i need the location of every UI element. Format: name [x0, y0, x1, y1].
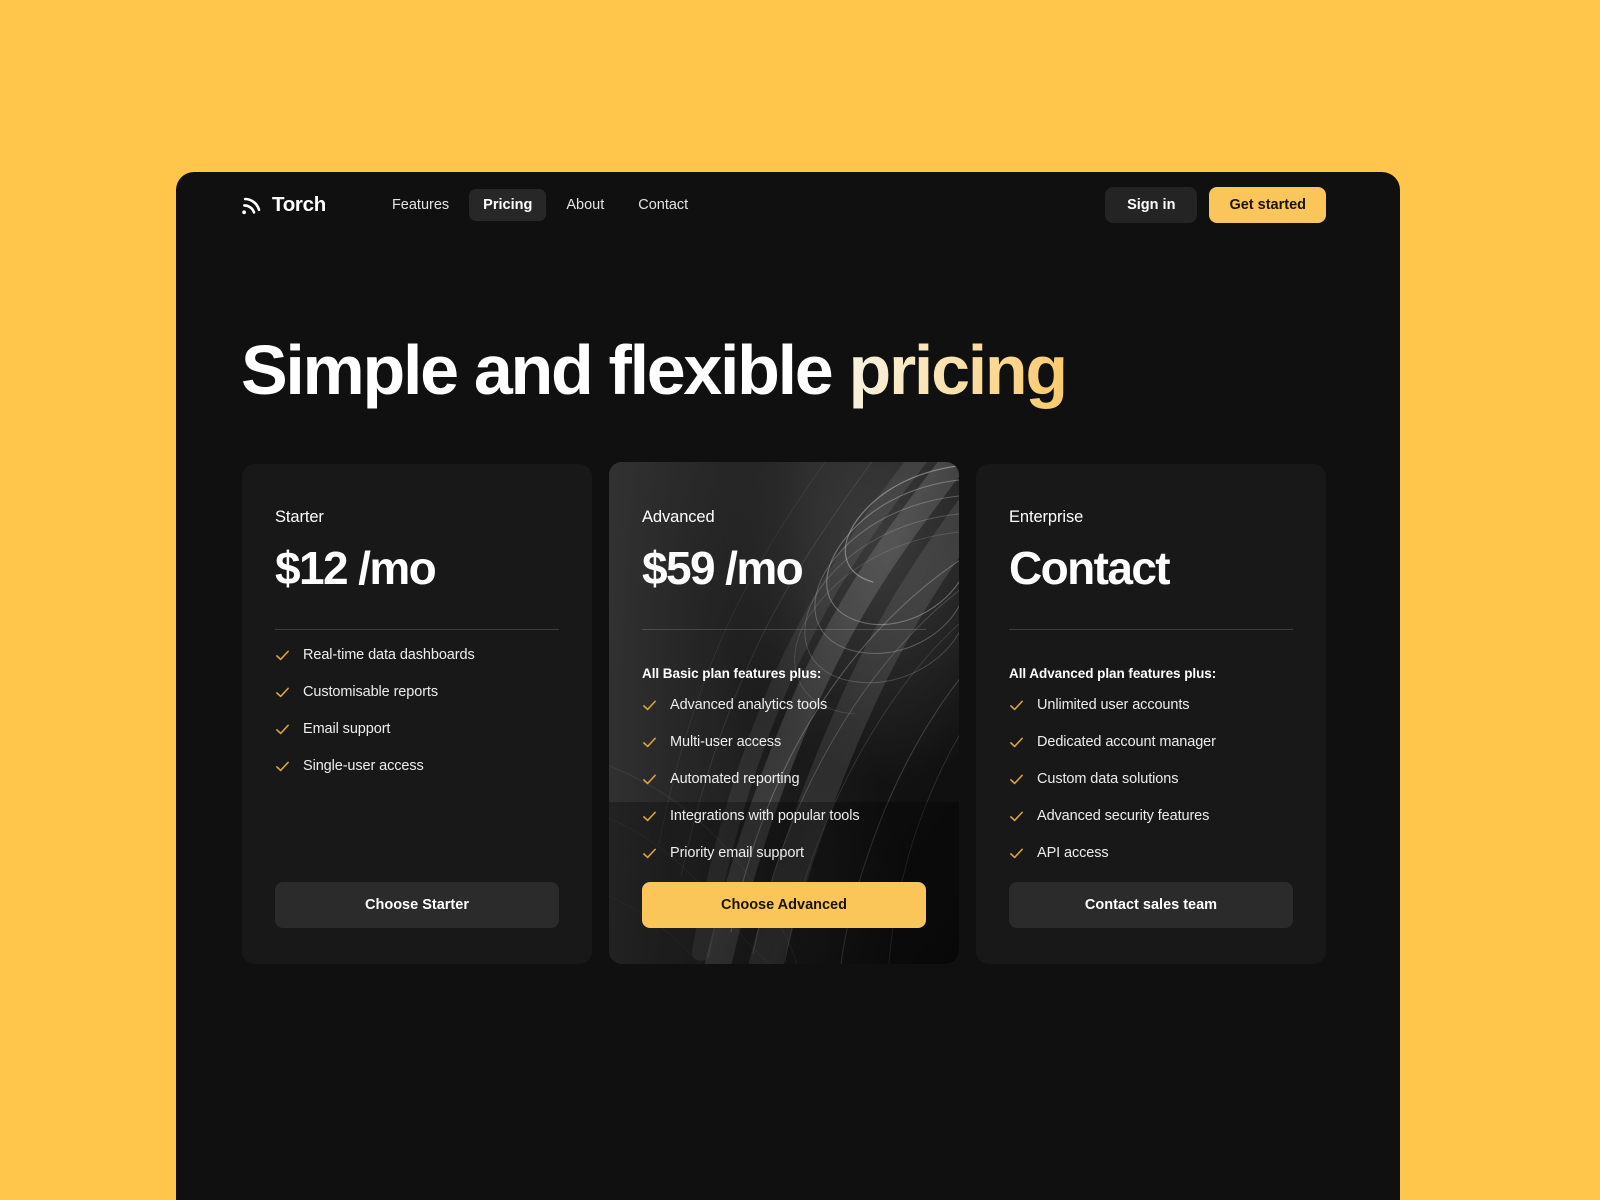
feature-label: Customisable reports [303, 684, 438, 700]
check-icon [643, 848, 656, 858]
check-icon [1010, 700, 1023, 710]
pricing-card-starter: Starter $12 /mo Real-time data dashboard… [242, 464, 592, 964]
plan-price-amount: $59 [642, 542, 716, 594]
check-icon [643, 737, 656, 747]
check-icon [276, 687, 289, 697]
feature-label: Advanced security features [1037, 808, 1210, 824]
feature-item: Unlimited user accounts [1009, 697, 1293, 713]
feature-item: Email support [275, 721, 559, 737]
choose-starter-button[interactable]: Choose Starter [275, 882, 559, 928]
nav-links: Features Pricing About Contact [378, 189, 702, 221]
feature-label: Custom data solutions [1037, 771, 1179, 787]
feature-item: Automated reporting [642, 771, 926, 787]
feature-item: Multi-user access [642, 734, 926, 750]
brand-name: Torch [272, 193, 326, 216]
feature-label: Dedicated account manager [1037, 734, 1216, 750]
nav-link-pricing[interactable]: Pricing [469, 189, 547, 221]
plan-price: $59 /mo [642, 545, 926, 591]
nav-link-contact[interactable]: Contact [624, 189, 702, 221]
nav-link-about[interactable]: About [552, 189, 618, 221]
pricing-card-advanced: Advanced $59 /mo All Basic plan features… [609, 462, 959, 964]
plan-price: $12 /mo [275, 545, 559, 591]
pricing-card-enterprise: Enterprise Contact All Advanced plan fea… [976, 464, 1326, 964]
pricing-plans: Starter $12 /mo Real-time data dashboard… [242, 462, 1326, 964]
feature-item: Customisable reports [275, 684, 559, 700]
nav-link-features[interactable]: Features [378, 189, 463, 221]
plan-price-amount: Contact [1009, 542, 1171, 594]
check-icon [276, 724, 289, 734]
feature-list: Advanced analytics tools Multi-user acce… [642, 697, 926, 861]
feature-item: Integrations with popular tools [642, 808, 926, 824]
get-started-button[interactable]: Get started [1209, 187, 1326, 223]
check-icon [643, 700, 656, 710]
page-title: Simple and flexible pricing [241, 335, 1068, 405]
check-icon [1010, 774, 1023, 784]
feature-item: API access [1009, 845, 1293, 861]
plan-price-amount: $12 [275, 542, 349, 594]
features-note: All Advanced plan features plus: [1009, 666, 1217, 681]
check-icon [276, 650, 289, 660]
nav-actions: Sign in Get started [1105, 187, 1326, 223]
feature-item: Custom data solutions [1009, 771, 1293, 787]
feature-label: Email support [303, 721, 391, 737]
check-icon [1010, 737, 1023, 747]
page-title-accent: pricing [848, 331, 1069, 409]
divider [642, 629, 926, 630]
plan-price-period: /mo [358, 542, 437, 594]
check-icon [643, 811, 656, 821]
plan-price: Contact [1009, 545, 1293, 591]
feature-item: Advanced analytics tools [642, 697, 926, 713]
top-navigation-bar: Torch Features Pricing About Contact Sig… [176, 172, 1400, 238]
check-icon [1010, 811, 1023, 821]
brand-logo[interactable]: Torch [241, 193, 326, 217]
divider [275, 629, 559, 630]
plan-name: Enterprise [1009, 508, 1084, 526]
features-note: All Basic plan features plus: [642, 666, 822, 681]
feature-label: Automated reporting [670, 771, 800, 787]
sign-in-button[interactable]: Sign in [1105, 187, 1198, 223]
feature-list: Unlimited user accounts Dedicated accoun… [1009, 697, 1293, 861]
choose-advanced-button[interactable]: Choose Advanced [642, 882, 926, 928]
divider [1009, 629, 1293, 630]
check-icon [276, 761, 289, 771]
feature-label: Integrations with popular tools [670, 808, 860, 824]
plan-name: Advanced [642, 508, 715, 526]
feature-item: Dedicated account manager [1009, 734, 1293, 750]
plan-name: Starter [275, 508, 324, 526]
feature-label: Single-user access [303, 758, 424, 774]
feature-label: Real-time data dashboards [303, 647, 475, 663]
feature-item: Single-user access [275, 758, 559, 774]
feature-item: Priority email support [642, 845, 926, 861]
check-icon [643, 774, 656, 784]
feature-list: Real-time data dashboards Customisable r… [275, 647, 559, 774]
app-window: Torch Features Pricing About Contact Sig… [176, 172, 1400, 1200]
plan-price-period: /mo [725, 542, 804, 594]
feature-label: Advanced analytics tools [670, 697, 828, 713]
feature-item: Real-time data dashboards [275, 647, 559, 663]
feature-label: Priority email support [670, 845, 804, 861]
feature-item: Advanced security features [1009, 808, 1293, 824]
feature-label: Unlimited user accounts [1037, 697, 1190, 713]
feature-label: Multi-user access [670, 734, 782, 750]
signal-arc-icon [241, 193, 263, 217]
page-title-plain: Simple and flexible [241, 331, 849, 409]
contact-sales-team-button[interactable]: Contact sales team [1009, 882, 1293, 928]
check-icon [1010, 848, 1023, 858]
feature-label: API access [1037, 845, 1109, 861]
